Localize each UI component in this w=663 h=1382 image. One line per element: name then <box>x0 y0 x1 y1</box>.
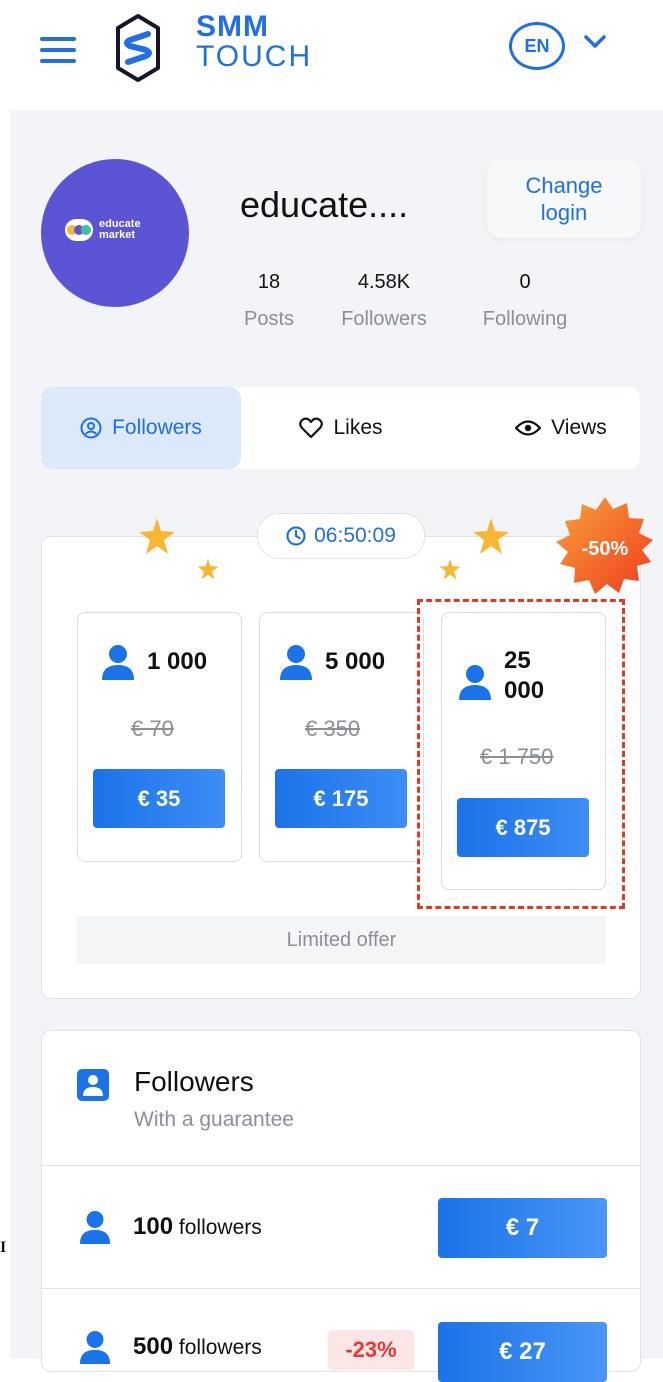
stat-posts: 18 Posts <box>244 271 295 330</box>
star-icon <box>139 518 175 554</box>
tab-likes[interactable]: Likes <box>241 387 441 469</box>
user-icon <box>79 1211 111 1244</box>
clock-icon <box>286 526 306 546</box>
package-amount: 5 000 <box>279 644 385 680</box>
discount-badge: -50% <box>556 497 653 594</box>
username: educate.... <box>240 184 409 225</box>
logo-text[interactable]: SMM TOUCH <box>196 12 312 72</box>
chevron-down-icon[interactable] <box>583 34 607 50</box>
buy-price-button[interactable]: € 27 <box>438 1322 607 1382</box>
old-price: € 70 <box>131 716 174 741</box>
eye-icon <box>515 420 542 436</box>
buy-price-button[interactable]: € 35 <box>93 769 225 828</box>
stat-followers: 4.58K Followers <box>341 271 427 330</box>
heart-icon <box>299 417 324 439</box>
menu-icon[interactable] <box>40 37 76 65</box>
avatar: educate market <box>41 159 189 307</box>
divider <box>41 1288 640 1289</box>
change-login-button[interactable]: Change login <box>487 160 641 238</box>
highlight-dashed-frame <box>417 599 625 909</box>
header: SMM TOUCH EN <box>0 0 663 100</box>
svg-text:-50%: -50% <box>582 538 629 560</box>
followers-section-subtitle: With a guarantee <box>134 1108 294 1131</box>
list-item: 100 followers <box>79 1210 262 1244</box>
buy-price-button[interactable]: € 175 <box>275 769 407 828</box>
star-icon <box>439 558 461 580</box>
tab-views[interactable]: Views <box>461 387 661 469</box>
stray-text: I <box>0 1239 7 1256</box>
logo-icon[interactable] <box>114 12 162 84</box>
language-selector[interactable]: EN <box>509 22 565 70</box>
divider <box>41 1165 640 1166</box>
service-tabs: Followers Likes Views <box>41 387 640 469</box>
user-icon <box>102 645 134 680</box>
star-icon <box>197 558 219 580</box>
discount-tag: -23% <box>328 1330 414 1370</box>
user-icon <box>280 645 312 680</box>
stat-following: 0 Following <box>482 271 568 330</box>
user-square-icon <box>77 1069 109 1101</box>
educate-logo-icon <box>65 219 93 241</box>
old-price: € 350 <box>305 716 361 741</box>
buy-price-button[interactable]: € 7 <box>438 1198 607 1258</box>
user-circle-icon <box>80 417 102 439</box>
countdown-timer: 06:50:09 <box>257 513 425 559</box>
package-amount: 1 000 <box>101 644 207 680</box>
star-icon <box>473 518 509 554</box>
limited-offer-label: Limited offer <box>77 916 606 964</box>
followers-section-title: Followers <box>134 1066 254 1097</box>
tab-followers[interactable]: Followers <box>41 387 241 469</box>
